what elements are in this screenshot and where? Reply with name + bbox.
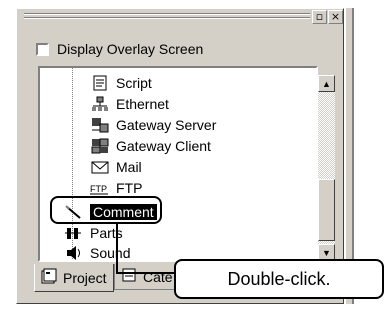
feature-tree[interactable]: Script Ethernet Gateway Server Gateway C…	[38, 66, 318, 262]
tree-scrollbar[interactable]: ▲ ▼	[318, 67, 335, 261]
close-icon: ×	[330, 10, 341, 23]
ethernet-icon	[90, 96, 110, 112]
overlay-checkbox-row[interactable]: Display Overlay Screen	[36, 40, 203, 58]
close-button[interactable]: ×	[328, 10, 343, 24]
toolbar-grip[interactable]	[24, 12, 310, 22]
tree-item-label: Gateway Client	[116, 138, 211, 154]
tree-item-label: Sound	[90, 245, 131, 261]
instruction-callout: Double-click.	[174, 259, 384, 299]
tree-item-ftp[interactable]: FTP FTP	[90, 179, 142, 197]
tree-item-label: Gateway Server	[116, 117, 217, 133]
tree-item-label: Mail	[116, 159, 142, 175]
tree-item-parts[interactable]: Parts	[58, 224, 123, 242]
tree-item-gateway-client[interactable]: Gateway Client	[90, 137, 211, 155]
overlay-checkbox-label: Display Overlay Screen	[57, 41, 204, 57]
callout-leader-vertical	[116, 224, 118, 274]
category-icon	[121, 267, 137, 286]
project-icon	[41, 268, 57, 287]
tree-item-ethernet[interactable]: Ethernet	[90, 95, 169, 113]
overlay-checkbox[interactable]	[36, 42, 49, 56]
tree-item-label: Ethernet	[116, 96, 169, 112]
callout-text: Double-click.	[227, 268, 331, 289]
tab-category[interactable]: Cate	[114, 264, 182, 290]
tree-item-gateway-server[interactable]: Gateway Server	[90, 116, 216, 134]
scroll-thumb[interactable]	[318, 179, 335, 241]
up-arrow-icon: ▲	[322, 78, 331, 89]
tree-item-mail[interactable]: Mail	[90, 158, 142, 176]
mail-icon	[90, 159, 110, 175]
gateway-server-icon	[90, 117, 110, 133]
comment-highlight-callout	[50, 196, 162, 224]
tree-item-label: Script	[116, 75, 152, 91]
parts-icon	[64, 225, 84, 241]
restore-button[interactable]: ▫	[312, 10, 327, 24]
gateway-client-icon	[90, 138, 110, 154]
tab-label: Cate	[143, 268, 173, 285]
restore-icon: ▫	[315, 10, 324, 23]
tab-project[interactable]: Project	[34, 264, 114, 292]
tree-item-label: FTP	[116, 180, 143, 196]
ftp-icon: FTP	[90, 180, 110, 196]
sound-icon	[64, 245, 84, 260]
svg-text:FTP: FTP	[90, 184, 107, 194]
scroll-up-button[interactable]: ▲	[318, 75, 335, 92]
tree-item-script[interactable]: Script	[90, 74, 152, 92]
tree-item-sound[interactable]: Sound	[58, 244, 131, 261]
down-arrow-icon: ▼	[322, 247, 331, 258]
callout-leader-horizontal	[116, 272, 174, 274]
tab-label: Project	[63, 269, 107, 286]
script-icon	[90, 75, 110, 91]
